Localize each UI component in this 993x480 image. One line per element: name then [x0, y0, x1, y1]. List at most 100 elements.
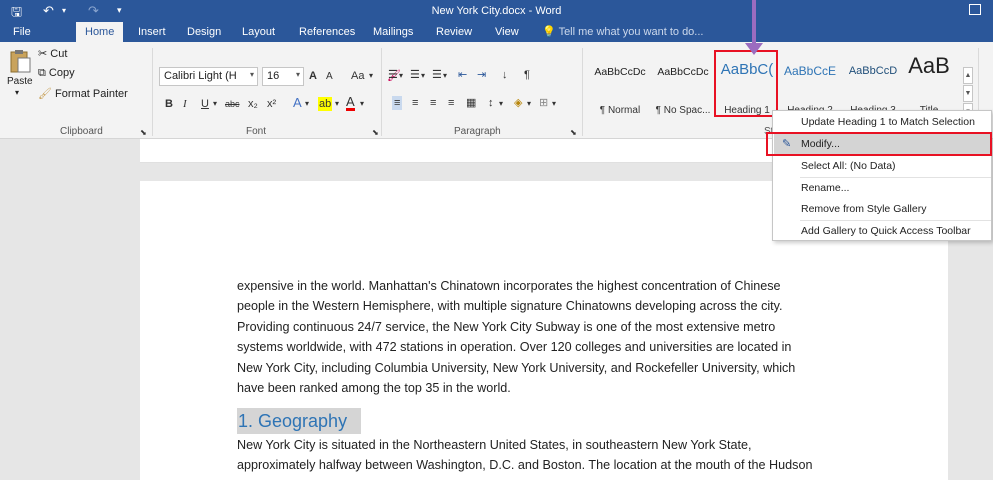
menu-item-select-all[interactable]: Select All: (No Data) [801, 156, 896, 176]
subscript-icon[interactable]: x₂ [248, 97, 258, 111]
style-preview: AaBbCcDc [594, 66, 646, 78]
copy-icon: ⧉ [38, 67, 46, 79]
align-right-icon[interactable]: ≡ [430, 96, 436, 110]
distributed-icon[interactable]: ▦ [466, 96, 476, 110]
style-preview: AaBbCcE [783, 64, 837, 78]
group-separator [381, 48, 382, 136]
tell-me-text: Tell me what you want to do... [558, 26, 704, 38]
geography-heading: 1. Geography [237, 408, 362, 434]
text-effects-icon[interactable]: A [293, 96, 302, 110]
borders-icon[interactable]: ⊞ [539, 96, 548, 110]
chevron-down-icon[interactable]: ▾ [360, 97, 364, 111]
decrease-indent-icon[interactable]: ⇤ [458, 68, 467, 82]
chevron-down-icon[interactable]: ▾ [335, 97, 339, 111]
font-color-icon[interactable]: A [346, 95, 355, 111]
tab-home[interactable]: Home [76, 22, 124, 42]
menu-item-update-heading[interactable]: Update Heading 1 to Match Selection [801, 112, 975, 132]
tab-review[interactable]: Review [436, 22, 472, 42]
paste-icon[interactable] [9, 48, 31, 74]
chevron-down-icon[interactable]: ▾ [499, 97, 503, 111]
strikethrough-icon[interactable]: abc [225, 97, 240, 111]
menu-item-remove-from-gallery[interactable]: Remove from Style Gallery [801, 199, 926, 219]
paragraph-group-label: Paragraph [454, 126, 501, 137]
intro-paragraph: expensive in the world. Manhattan's Chin… [237, 276, 857, 398]
highlight-icon[interactable]: ab [318, 97, 333, 111]
multilevel-list-icon[interactable]: ☰ [432, 68, 442, 82]
style-preview: AaBbCcD [848, 65, 898, 77]
font-name-value: Calibri Light (H [164, 70, 237, 82]
shading-icon[interactable]: ◈ [514, 96, 522, 110]
italic-icon[interactable]: I [183, 97, 187, 111]
numbering-icon[interactable]: ☰ [410, 68, 420, 82]
font-name-box[interactable]: Calibri Light (H ▾ [159, 67, 258, 86]
format-painter-label: Format Painter [55, 88, 128, 100]
cut-label: Cut [50, 48, 68, 60]
paste-button[interactable]: Paste [7, 76, 33, 87]
font-size-box[interactable]: 16 ▾ [262, 67, 304, 86]
paste-dropdown-icon[interactable]: ▾ [15, 88, 19, 97]
ribbon-tabs: File Home Insert Design Layout Reference… [0, 22, 993, 42]
bullets-icon[interactable]: ☰ [388, 68, 398, 82]
cut-button[interactable]: ✂ Cut [38, 47, 67, 60]
dialog-launcher-icon[interactable]: ⬊ [372, 126, 379, 140]
style-normal[interactable]: AaBbCcDc ¶ Normal [589, 49, 651, 123]
tab-design[interactable]: Design [187, 22, 221, 42]
underline-icon[interactable]: U [201, 97, 209, 111]
chevron-down-icon: ▾ [295, 70, 300, 79]
style-preview: AaBbCcDc [657, 66, 709, 78]
cut-icon: ✂ [38, 48, 48, 60]
modify-highlight-box [766, 132, 992, 156]
clipboard-group-label: Clipboard [60, 126, 103, 137]
tab-view[interactable]: View [495, 22, 519, 42]
tab-layout[interactable]: Layout [242, 22, 275, 42]
sort-icon[interactable]: ↓ [502, 68, 508, 82]
menu-item-rename[interactable]: Rename... [801, 178, 849, 198]
tell-me-box[interactable]: 💡 Tell me what you want to do... [542, 22, 703, 42]
format-painter-button[interactable]: 🖌 Format Painter [38, 87, 128, 100]
gallery-scroll-down-icon[interactable]: ▼ [963, 85, 973, 102]
increase-indent-icon[interactable]: ⇥ [477, 68, 486, 82]
dialog-launcher-icon[interactable]: ⬊ [570, 126, 577, 140]
text-line: New York City, including Columbia Univer… [237, 360, 796, 375]
text-line: have been ranked among the top 35 in the… [237, 381, 511, 396]
gallery-scroll-up-icon[interactable]: ▲ [963, 67, 973, 84]
style-no-spacing[interactable]: AaBbCcDc ¶ No Spac... [652, 49, 714, 123]
chevron-down-icon[interactable]: ▾ [527, 97, 531, 111]
dialog-launcher-icon[interactable]: ⬊ [140, 126, 147, 140]
superscript-icon[interactable]: x² [267, 97, 276, 111]
align-left-icon[interactable]: ≡ [392, 96, 403, 110]
ribbon-display-icon[interactable] [969, 4, 981, 15]
chevron-down-icon[interactable]: ▾ [305, 97, 309, 111]
tab-insert[interactable]: Insert [138, 22, 166, 42]
text-line: people in the Western Hemisphere, with m… [237, 299, 783, 314]
align-center-icon[interactable]: ≡ [412, 96, 418, 110]
tab-mailings[interactable]: Mailings [373, 22, 413, 42]
tab-references[interactable]: References [299, 22, 355, 42]
text-line: New York City is situated in the Northea… [237, 438, 752, 452]
style-name: ¶ Normal [599, 105, 641, 116]
grow-font-icon[interactable]: A [309, 69, 317, 83]
chevron-down-icon[interactable]: ▾ [213, 97, 217, 111]
justify-icon[interactable]: ≡ [448, 96, 454, 110]
chevron-down-icon[interactable]: ▾ [421, 69, 425, 83]
copy-button[interactable]: ⧉ Copy [38, 67, 75, 80]
show-formatting-icon[interactable]: ¶ [524, 68, 530, 82]
change-case-icon[interactable]: Aa [351, 69, 364, 83]
text-line: expensive in the world. Manhattan's Chin… [237, 279, 781, 293]
shrink-font-icon[interactable]: A [326, 70, 333, 84]
chevron-down-icon[interactable]: ▾ [369, 69, 373, 83]
text-line: Providing continuous 24/7 service, the N… [237, 319, 776, 334]
lightbulb-icon: 💡 [542, 26, 556, 38]
menu-item-add-gallery-qat[interactable]: Add Gallery to Quick Access Toolbar [801, 221, 971, 241]
line-spacing-icon[interactable]: ↕ [488, 96, 494, 110]
font-size-value: 16 [267, 70, 280, 82]
chevron-down-icon: ▾ [249, 70, 254, 79]
bold-icon[interactable]: B [165, 97, 173, 111]
chevron-down-icon[interactable]: ▾ [443, 69, 447, 83]
font-group-label: Font [246, 126, 267, 137]
chevron-down-icon[interactable]: ▾ [552, 97, 556, 111]
tab-file[interactable]: File [13, 22, 31, 42]
chevron-down-icon[interactable]: ▾ [399, 69, 403, 83]
group-separator [582, 48, 583, 136]
text-line: approximately halfway between Washington… [237, 458, 813, 473]
